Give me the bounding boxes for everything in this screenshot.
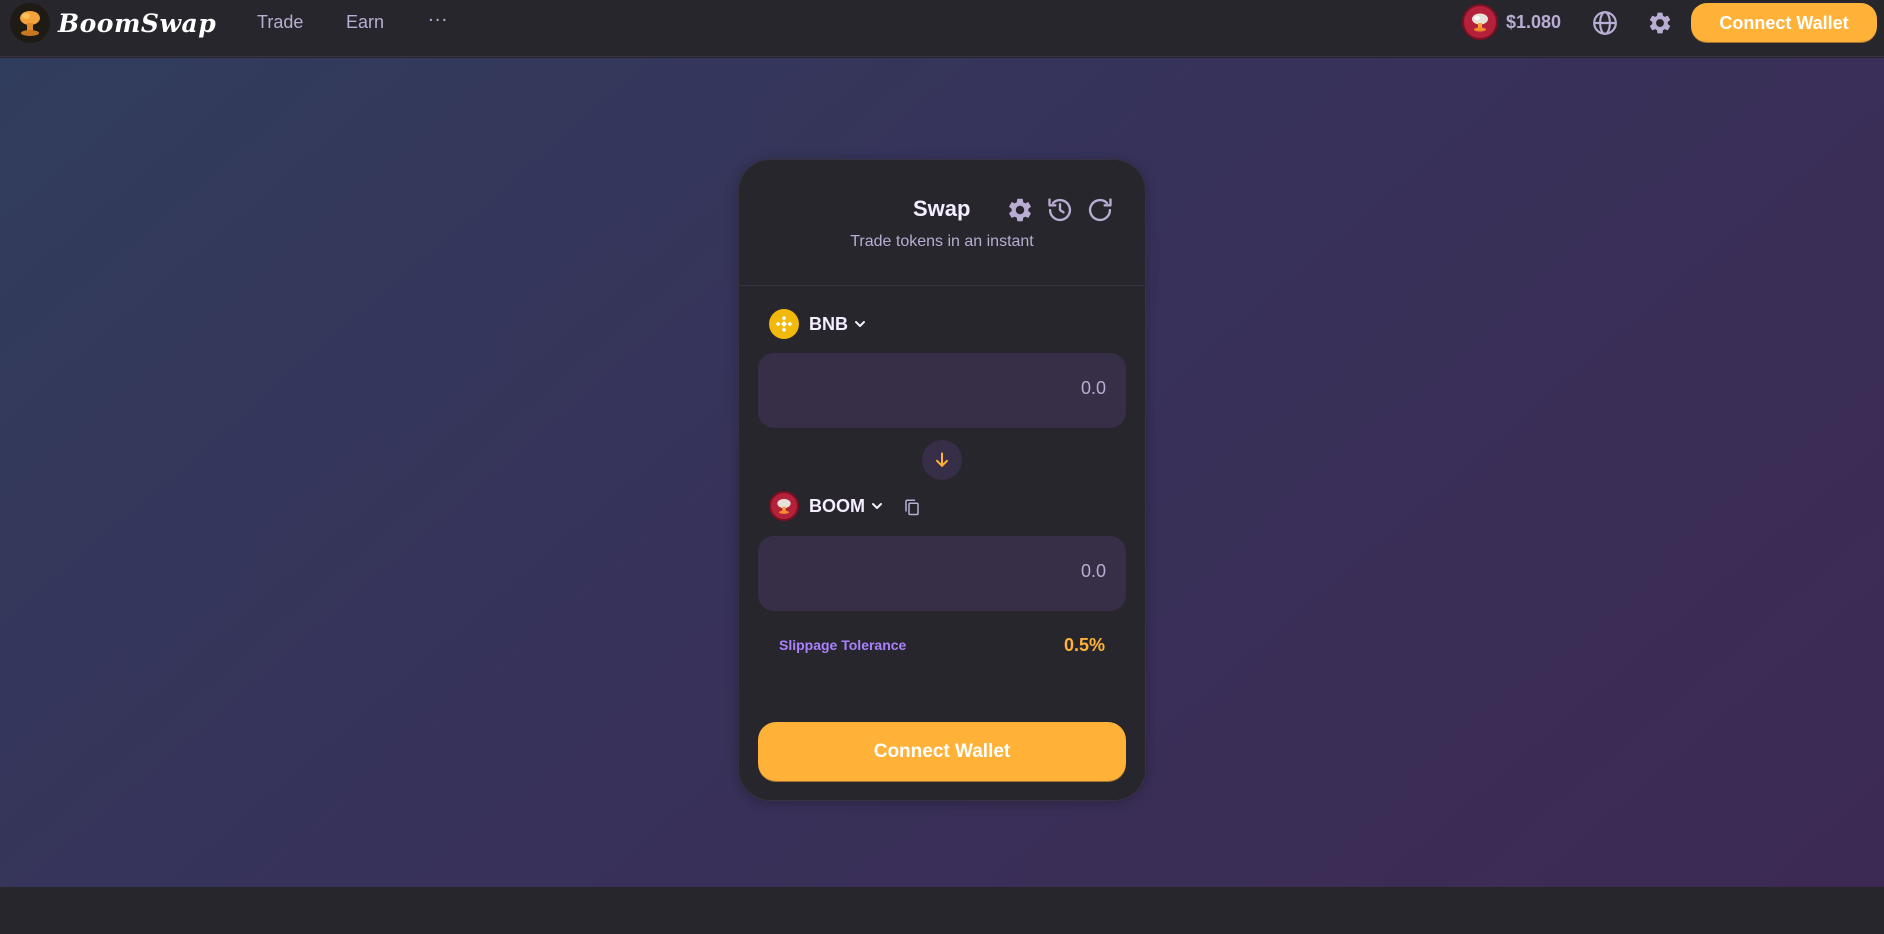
to-token-name: BOOM — [809, 495, 865, 516]
swap-card-header: Swap Trade tokens in an instant — [739, 160, 1145, 286]
to-amount-input[interactable] — [806, 556, 1106, 586]
slippage-label: Slippage Tolerance — [779, 637, 907, 653]
chevron-down-icon — [852, 316, 868, 332]
footer-bar — [0, 887, 1884, 934]
page-subtitle: Trade tokens in an instant — [850, 233, 1034, 250]
to-amount-box — [758, 536, 1126, 611]
connect-wallet-button[interactable]: Connect Wallet — [758, 722, 1126, 782]
copy-icon[interactable] — [902, 497, 922, 517]
switch-direction-button[interactable] — [922, 440, 962, 480]
boom-icon — [769, 491, 799, 521]
globe-icon[interactable] — [1591, 9, 1619, 37]
connect-wallet-nav-button[interactable]: Connect Wallet — [1691, 3, 1877, 43]
history-icon[interactable] — [1045, 195, 1075, 225]
nav-link-earn[interactable]: Earn — [346, 12, 384, 33]
from-token-selector[interactable]: BNB — [769, 309, 868, 339]
more-menu-button[interactable]: ··· — [428, 10, 448, 31]
gear-icon[interactable] — [1646, 9, 1674, 37]
boom-token-icon — [1462, 4, 1498, 40]
swap-settings-gear-icon[interactable] — [1005, 195, 1035, 225]
page-background: Swap Trade tokens in an instant BNB 0.0 … — [0, 58, 1884, 887]
refresh-icon[interactable] — [1085, 195, 1115, 225]
from-amount-input[interactable] — [806, 373, 1106, 403]
page-title: Swap — [913, 196, 971, 221]
to-token-selector[interactable]: BOOM — [769, 491, 885, 521]
top-nav: BoomSwap Trade Earn ··· $1.080 Connect W… — [0, 0, 1884, 57]
bnb-icon — [769, 309, 799, 339]
chevron-down-icon — [869, 498, 885, 514]
token-price: $1.080 — [1506, 11, 1562, 32]
nav-link-trade[interactable]: Trade — [257, 12, 303, 33]
logo-icon — [10, 3, 50, 43]
brand-name: BoomSwap — [58, 8, 217, 38]
arrow-down-icon — [932, 450, 952, 470]
token-price-widget[interactable]: $1.080 — [1462, 4, 1561, 40]
swap-card: Swap Trade tokens in an instant BNB 0.0 … — [738, 159, 1146, 801]
from-token-name: BNB — [809, 313, 848, 334]
from-amount-box — [758, 353, 1126, 428]
slippage-value[interactable]: 0.5% — [1064, 635, 1105, 656]
brand-logo[interactable]: BoomSwap — [10, 3, 216, 43]
